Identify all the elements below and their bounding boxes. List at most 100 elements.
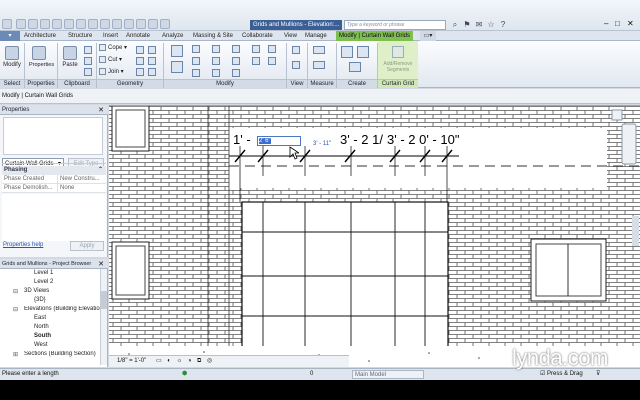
join-button[interactable]: Join ▾	[99, 68, 124, 77]
collapse-icon[interactable]: ⊟	[13, 288, 18, 295]
3d-view-icon[interactable]	[100, 19, 110, 29]
close-icon[interactable]: ✕	[627, 19, 634, 28]
modify-button[interactable]: Modify	[2, 44, 22, 76]
tab-structure[interactable]: Structure	[68, 31, 92, 41]
cut-icon[interactable]	[84, 46, 92, 54]
expand-icon[interactable]: ⊞	[13, 351, 18, 358]
dimension-text-3[interactable]: 3' - 2 0' - 10"	[387, 132, 459, 147]
panel-modify-label[interactable]: Modify	[164, 79, 286, 88]
unjoin-icon[interactable]	[148, 68, 156, 76]
customize-qat-icon[interactable]	[160, 19, 170, 29]
close-hidden-icon[interactable]	[136, 19, 146, 29]
panel-measure-label[interactable]: Measure	[308, 79, 336, 88]
array-icon[interactable]	[232, 45, 240, 53]
section-icon[interactable]	[112, 19, 122, 29]
scale-icon[interactable]	[232, 57, 240, 65]
panel-curtain-grid-label[interactable]: Curtain Grid	[378, 79, 418, 88]
panel-view-label[interactable]: View	[287, 79, 307, 88]
scrollbar-thumb[interactable]	[101, 291, 107, 309]
cut-geometry-button[interactable]: Cut ▾	[99, 56, 122, 65]
remove-paint-icon[interactable]	[148, 57, 156, 65]
panel-select-label[interactable]: Select	[0, 79, 24, 88]
tree-item-sections[interactable]: Sections (Building Section)	[24, 351, 100, 357]
help-icon[interactable]: ?	[498, 20, 508, 30]
tree-item-3d[interactable]: {3D}	[34, 297, 46, 303]
tab-modify-curtain-wall-grids[interactable]: Modify | Curtain Wall Grids	[336, 31, 414, 41]
tab-view[interactable]: View	[284, 31, 297, 41]
print-icon[interactable]	[64, 19, 74, 29]
app-menu-icon[interactable]	[2, 19, 12, 29]
move-icon[interactable]	[171, 61, 183, 73]
tab-architecture[interactable]: Architecture	[24, 31, 56, 41]
communication-icon[interactable]: ✉	[474, 20, 484, 30]
minimize-icon[interactable]: –	[604, 19, 608, 28]
save-icon[interactable]	[28, 19, 38, 29]
dimension-text-2[interactable]: 3' - 2 1/	[340, 132, 383, 147]
mirror-icon[interactable]	[192, 57, 200, 65]
create-group-icon[interactable]	[349, 62, 361, 72]
tree-item-3d-views[interactable]: 3D Views	[24, 288, 49, 294]
wall-joins-icon[interactable]	[136, 46, 144, 54]
offset-icon[interactable]	[192, 45, 200, 53]
undo-icon[interactable]	[40, 19, 50, 29]
rotate-icon[interactable]	[212, 45, 220, 53]
paste-button[interactable]: Paste	[60, 44, 80, 76]
text-icon[interactable]	[88, 19, 98, 29]
temporary-hide-icon[interactable]: ◎	[207, 358, 212, 364]
tree-item-level-2[interactable]: Level 2	[34, 279, 53, 285]
shadows-icon[interactable]: ◑	[188, 358, 192, 364]
view-scale[interactable]: 1/8" = 1'-0"	[117, 358, 146, 364]
open-icon[interactable]	[16, 19, 26, 29]
panel-create-label[interactable]: Create	[337, 79, 377, 88]
properties-help-link[interactable]: Properties help	[3, 242, 43, 248]
measure-distance-icon[interactable]	[313, 46, 325, 54]
delete-icon[interactable]	[252, 57, 260, 65]
navigation-bar[interactable]	[621, 123, 637, 165]
dimension-text-1[interactable]: 1' -	[233, 132, 251, 147]
tree-item-elevations[interactable]: Elevations (Building Elevation)	[24, 306, 100, 312]
favorites-icon[interactable]: ☆	[486, 20, 496, 30]
tab-massing-site[interactable]: Massing & Site	[193, 31, 233, 41]
copy-element-icon[interactable]	[192, 69, 200, 77]
apply-button[interactable]: Apply	[70, 241, 104, 251]
application-button[interactable]: ▾	[0, 31, 20, 41]
dimension-value-input[interactable]: 2' 6"	[257, 136, 301, 146]
property-row[interactable]: Phase Demolish... None	[2, 184, 106, 193]
search-icon[interactable]: ⌕	[450, 20, 460, 30]
window-controls[interactable]: – □ ✕	[604, 19, 638, 29]
close-icon[interactable]: ✕	[98, 106, 104, 114]
collapse-icon[interactable]: ⊟	[13, 306, 18, 313]
subscription-icon[interactable]: ⚑	[462, 20, 472, 30]
split-face-icon[interactable]	[148, 46, 156, 54]
thin-lines-icon[interactable]	[124, 19, 134, 29]
search-input[interactable]: Type a keyword or phrase	[344, 20, 446, 30]
properties-button[interactable]: Properties	[29, 44, 54, 76]
panel-geometry-label[interactable]: Geometry	[97, 79, 163, 88]
measure-icon[interactable]	[76, 19, 86, 29]
canvas-scrollbar[interactable]	[632, 216, 639, 246]
tree-item-north[interactable]: North	[34, 324, 49, 330]
tab-insert[interactable]: Insert	[103, 31, 118, 41]
redo-icon[interactable]	[52, 19, 62, 29]
paint-icon[interactable]	[136, 57, 144, 65]
offset-multiple-icon[interactable]	[268, 57, 276, 65]
aligned-dimension-icon[interactable]	[313, 61, 325, 69]
crop-view-icon[interactable]: ⧉	[197, 358, 201, 364]
trim-multiple-icon[interactable]	[268, 45, 276, 53]
copy-icon[interactable]	[84, 57, 92, 65]
tab-collaborate[interactable]: Collaborate	[242, 31, 273, 41]
create-assembly-icon[interactable]	[341, 46, 353, 58]
maximize-icon[interactable]: □	[615, 19, 620, 28]
create-parts-icon[interactable]	[357, 46, 369, 58]
view-cube-icon[interactable]	[611, 109, 623, 121]
override-graphics-icon[interactable]	[292, 61, 300, 69]
pin-icon[interactable]	[232, 69, 240, 77]
panel-clipboard-label[interactable]: Clipboard	[58, 79, 96, 88]
ribbon-toggle-icon[interactable]: ▭▾	[420, 31, 436, 41]
split-icon[interactable]	[212, 69, 220, 77]
add-remove-segments-label[interactable]: Add/Remove Segments	[378, 61, 418, 73]
trim-icon[interactable]	[212, 57, 220, 65]
tree-item-east[interactable]: East	[34, 315, 46, 321]
curtain-wall[interactable]	[241, 201, 449, 353]
add-remove-segments-icon[interactable]	[392, 46, 404, 58]
